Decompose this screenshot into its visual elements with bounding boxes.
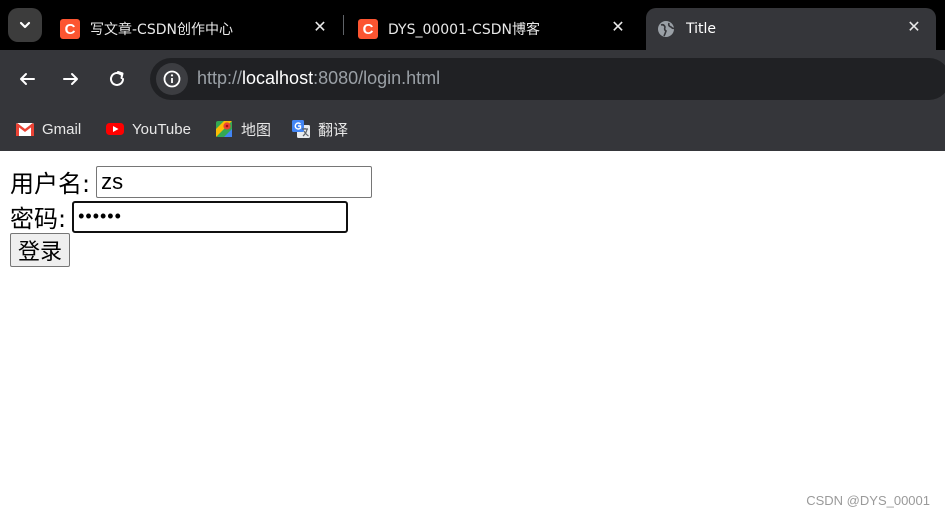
url-host: localhost [242,68,314,88]
globe-icon [658,21,675,37]
browser-toolbar: http://localhost:8080/login.html [0,50,945,108]
login-button[interactable]: 登录 [10,233,71,267]
site-info-button[interactable] [156,63,188,95]
csdn-icon: C [358,19,378,39]
gmail-icon [15,123,35,136]
tab-title: Title [686,21,717,37]
username-input[interactable]: zs [96,165,373,198]
bookmark-gmail[interactable]: Gmail [15,117,81,141]
page-content: 用户名: zs 密码: •••••• 登录 CSDN @DYS_00001 [0,151,945,517]
username-label: 用户名: [10,170,91,198]
bookmark-label: Gmail [42,120,82,138]
close-icon[interactable]: ✕ [904,16,924,36]
password-row: 密码: •••••• [10,199,349,234]
tab-title: DYS_00001-CSDN博客 [388,22,540,38]
tab-divider [343,15,344,35]
url-path: :8080/login.html [313,68,441,88]
password-input[interactable]: •••••• [72,200,349,233]
bookmark-label: 翻译 [318,121,349,139]
translate-icon [292,120,310,138]
url-text[interactable]: http://localhost:8080/login.html [197,68,440,89]
address-bar[interactable]: http://localhost:8080/login.html [150,58,945,100]
tab-strip: C 写文章-CSDN创作中心 ✕ C DYS_00001-CSDN博客 ✕ Ti… [0,0,945,50]
youtube-icon [106,123,124,135]
tab-search-button[interactable] [8,8,42,42]
url-scheme: http:// [197,68,243,88]
csdn-icon: C [60,19,80,39]
tab-title: 写文章-CSDN创作中心 [90,22,233,38]
bookmark-label: YouTube [132,120,191,138]
bookmark-maps[interactable]: 地图 [214,117,271,141]
password-label: 密码: [10,205,67,233]
reload-button[interactable] [100,62,134,96]
bookmarks-bar: Gmail YouTube 地图 翻译 [0,108,945,151]
info-icon [163,70,181,88]
bookmark-translate[interactable]: 翻译 [291,117,348,141]
tab-csdn-editor[interactable]: C 写文章-CSDN创作中心 ✕ [50,8,340,50]
arrow-right-icon [63,73,78,85]
username-row: 用户名: zs [10,164,373,199]
maps-icon [216,121,232,137]
close-icon[interactable]: ✕ [608,16,628,36]
bookmark-label: 地图 [241,121,272,139]
chevron-down-icon [19,21,31,29]
tab-title-active[interactable]: Title ✕ [646,8,936,50]
back-button[interactable] [10,62,44,96]
arrow-left-icon [20,73,35,85]
bookmark-youtube[interactable]: YouTube [105,117,191,141]
forward-button[interactable] [54,62,88,96]
reload-icon [110,71,124,86]
tab-csdn-blog[interactable]: C DYS_00001-CSDN博客 ✕ [348,8,638,50]
close-icon[interactable]: ✕ [310,16,330,36]
watermark: CSDN @DYS_00001 [806,493,930,508]
